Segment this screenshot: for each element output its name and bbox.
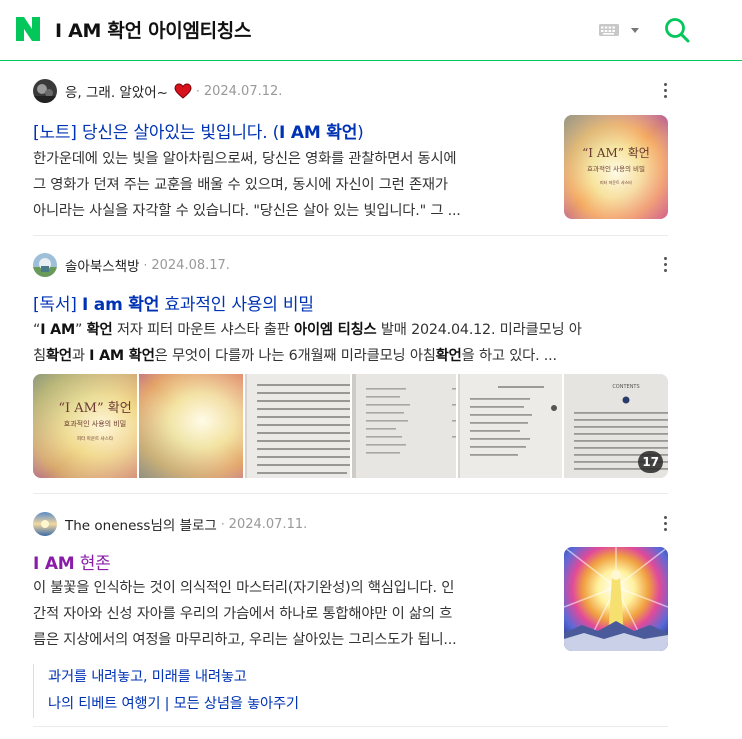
svg-text:효과적인 사용의 비밀: 효과적인 사용의 비밀 xyxy=(587,164,645,173)
post-thumbnail[interactable] xyxy=(564,547,668,651)
page-photo-image xyxy=(351,374,456,478)
author-name[interactable]: The oneness님의 블로그 xyxy=(65,514,217,534)
separator-dot: · xyxy=(196,84,200,98)
svg-text:피터 마운트 샤스타: 피터 마운트 샤스타 xyxy=(600,179,632,185)
post-snippet: 이 불꽃을 인식하는 것이 의식적인 마스터리(자기완성)의 핵심입니다. 인 … xyxy=(33,580,457,648)
more-options-icon[interactable] xyxy=(661,82,669,100)
separator-dot: · xyxy=(143,258,148,272)
blog-post: 솔아북스책방 · 2024.08.17. [독서] I am 확언 효과적인 사… xyxy=(33,252,668,482)
avatar[interactable] xyxy=(33,79,57,103)
avatar[interactable] xyxy=(33,253,57,277)
post-image[interactable] xyxy=(245,374,350,478)
photo-image xyxy=(139,374,244,478)
search-header: I AM 확언 아이엠티칭스 xyxy=(0,0,742,61)
more-options-icon[interactable] xyxy=(661,256,669,274)
post-title[interactable]: I AM 현존 xyxy=(33,549,111,574)
more-options-icon[interactable] xyxy=(661,515,669,533)
post-image[interactable] xyxy=(457,374,562,478)
post-image[interactable]: CONTENTS 17 xyxy=(563,374,668,478)
post-image[interactable]: “I AM” 확언 효과적인 사용의 비밀 피터 마운트 샤스타 xyxy=(33,374,138,478)
divider xyxy=(33,235,668,236)
avatar[interactable] xyxy=(33,512,57,536)
svg-text:“I AM” 확언: “I AM” 확언 xyxy=(582,146,650,160)
search-button[interactable] xyxy=(663,16,691,44)
spiritual-art-image xyxy=(564,547,668,651)
post-image[interactable] xyxy=(351,374,456,478)
post-date: 2024.08.17. xyxy=(151,257,230,273)
post-title[interactable]: [독서] I am 확언 효과적인 사용의 비밀 xyxy=(33,290,314,315)
divider xyxy=(33,493,668,494)
post-title[interactable]: [노트] 당신은 살아있는 빛입니다. (I AM 확언) xyxy=(33,118,364,143)
blog-post: The oneness님의 블로그 · 2024.07.11. I AM 현존 … xyxy=(33,511,668,726)
post-snippet: 한가운데에 있는 빛을 알아차림으로써, 당신은 영화를 관찰하면서 동시에 그… xyxy=(33,151,461,219)
author-name[interactable]: 솔아북스책방 xyxy=(65,255,140,275)
related-posts: 과거를 내려놓고, 미래를 내려놓고 나의 티베트 여행기 | 모든 상념을 놓… xyxy=(33,664,299,718)
naver-logo[interactable] xyxy=(14,15,42,43)
keyboard-icon xyxy=(599,24,639,36)
blog-post: 응, 그래. 알았어~ · 2024.07.12. [노트] 당신은 살아있는 … xyxy=(33,78,668,228)
post-image[interactable] xyxy=(139,374,244,478)
image-strip: “I AM” 확언 효과적인 사용의 비밀 피터 마운트 샤스타 CONTENT… xyxy=(33,374,668,478)
book-cover-image: “I AM” 확언 효과적인 사용의 비밀 피터 마운트 샤스타 xyxy=(564,115,668,219)
page-photo-image xyxy=(245,374,350,478)
svg-text:피터 마운트 샤스타: 피터 마운트 샤스타 xyxy=(77,435,114,442)
post-date: 2024.07.12. xyxy=(203,83,283,99)
post-snippet: “I AM” 확언 저자 피터 마운트 샤스타 출판 아이엠 티칭스 발매 20… xyxy=(33,322,582,364)
search-query[interactable]: I AM 확언 아이엠티칭스 xyxy=(55,16,251,43)
caret-down-icon xyxy=(631,28,639,33)
page-photo-image xyxy=(457,374,562,478)
heart-icon xyxy=(174,83,192,99)
post-thumbnail[interactable]: “I AM” 확언 효과적인 사용의 비밀 피터 마운트 샤스타 xyxy=(564,115,668,219)
svg-text:CONTENTS: CONTENTS xyxy=(612,384,639,390)
image-count-badge: 17 xyxy=(638,451,664,473)
post-meta: 응, 그래. 알았어~ · 2024.07.12. xyxy=(33,78,282,104)
book-cover-image: “I AM” 확언 효과적인 사용의 비밀 피터 마운트 샤스타 xyxy=(33,374,138,478)
keyboard-button[interactable] xyxy=(598,21,644,39)
separator-dot: · xyxy=(220,517,225,531)
related-post-link[interactable]: 나의 티베트 여행기 | 모든 상념을 놓아주기 xyxy=(48,691,299,718)
svg-text:“I AM” 확언: “I AM” 확언 xyxy=(58,401,131,416)
svg-text:효과적인 사용의 비밀: 효과적인 사용의 비밀 xyxy=(64,419,126,428)
author-name[interactable]: 응, 그래. 알았어~ xyxy=(65,81,168,101)
post-meta: 솔아북스책방 · 2024.08.17. xyxy=(33,252,230,278)
post-date: 2024.07.11. xyxy=(228,516,308,532)
post-meta: The oneness님의 블로그 · 2024.07.11. xyxy=(33,511,307,537)
divider xyxy=(33,726,668,727)
related-post-link[interactable]: 과거를 내려놓고, 미래를 내려놓고 xyxy=(48,664,299,691)
search-icon xyxy=(665,18,690,43)
